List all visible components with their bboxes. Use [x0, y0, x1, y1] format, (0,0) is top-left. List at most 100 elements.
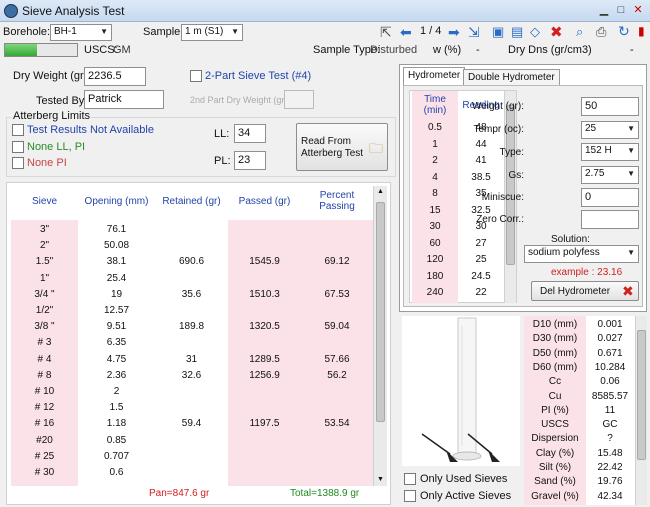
sieve-cell: 2.36	[106, 369, 127, 381]
sieve-table-row[interactable]: #20 0.85	[11, 432, 373, 448]
none-pi-checkbox[interactable]	[12, 157, 24, 169]
type-select[interactable]: 152 H	[581, 143, 639, 161]
sieve-table-row[interactable]: 3" 76.1	[11, 221, 373, 237]
sieve-cell: 690.6	[178, 256, 205, 268]
sieve-cell: # 25	[34, 450, 55, 462]
gs-select[interactable]: 2.75	[581, 166, 639, 184]
sieve-cell: 38.1	[106, 256, 127, 268]
hydrometer-table-row[interactable]: 240 22	[410, 284, 504, 300]
none-ll-pi-label: None LL, PI	[27, 141, 86, 153]
print-icon[interactable]: ⎙	[596, 24, 606, 40]
solution-select[interactable]: sodium polyfess	[524, 245, 639, 263]
sieve-scrollbar[interactable]: ▲ ▼	[373, 186, 387, 486]
last-record-icon[interactable]: ⇲	[468, 24, 480, 41]
grand-total: Total=1388.9 gr	[290, 488, 360, 499]
sieve-cell: 12.57	[103, 305, 130, 316]
sieve-cell: #20	[36, 434, 53, 446]
tab-double-hydrometer[interactable]: Double Hydrometer	[463, 69, 560, 85]
sieve-table-row[interactable]: 1.5" 38.1 690.6 1545.9 69.12	[11, 253, 373, 269]
search-icon[interactable]: ⌕	[576, 24, 583, 40]
results-row: PI (%) 11	[524, 404, 634, 418]
only-used-sieves-checkbox[interactable]	[404, 473, 416, 485]
sieve-table-row[interactable]: # 8 2.36 32.6 1256.9 56.2	[11, 367, 373, 383]
code-icon[interactable]: ◇	[530, 24, 540, 40]
sieve-table-row[interactable]: 3/8 " 9.51 189.8 1320.5 59.04	[11, 318, 373, 334]
none-ll-pi-checkbox[interactable]	[12, 141, 24, 153]
sieve-table-row[interactable]: 1/2" 12.57	[11, 302, 373, 318]
two-part-label: 2-Part Sieve Test (#4)	[205, 70, 312, 82]
sieve-cell: 0.707	[103, 450, 130, 462]
sieve-table-row[interactable]: 1" 25.4	[11, 270, 373, 286]
sieve-cell: 1.18	[106, 418, 127, 430]
tempr-select[interactable]: 25	[581, 121, 639, 139]
not-available-label: Test Results Not Available	[27, 124, 154, 136]
hydrometer-table-row[interactable]: 60 27	[410, 235, 504, 251]
sieve-table-row[interactable]: # 16 1.18 59.4 1197.5 53.54	[11, 415, 373, 431]
sieve-cell: 3/4 "	[34, 288, 55, 300]
zero-corr-input[interactable]	[581, 210, 639, 229]
sieve-cell: 1545.9	[249, 256, 280, 268]
sieve-table-row[interactable]: # 12 1.5	[11, 399, 373, 415]
del-hydrometer-label: Del Hydrometer	[540, 286, 611, 297]
sieve-table-row[interactable]: # 10 2	[11, 383, 373, 399]
results-row: USCS GC	[524, 418, 634, 432]
dry-weight-input[interactable]: 2236.5	[84, 67, 146, 86]
miniscue-input[interactable]: 0	[581, 188, 639, 207]
sieve-table-row[interactable]: 3/4 " 19 35.6 1510.3 67.53	[11, 286, 373, 302]
result-label: Cc	[548, 376, 562, 388]
sieve-cell: 67.53	[324, 288, 350, 300]
report-icon[interactable]: ▮	[638, 24, 645, 38]
hydrometer-table-row[interactable]: 180 24.5	[410, 268, 504, 284]
tab-hydrometer[interactable]: Hydrometer	[403, 67, 466, 85]
next-arrow-icon[interactable]: ➡	[448, 24, 460, 41]
refresh-icon[interactable]: ↻	[618, 23, 630, 40]
result-label: Clay (%)	[535, 447, 575, 459]
second-dry-weight-input[interactable]	[284, 90, 314, 109]
sieve-scroll-thumb[interactable]	[376, 202, 385, 422]
result-value: 22.42	[597, 462, 623, 473]
document-icon[interactable]: ▤	[511, 24, 523, 40]
sieve-table-row[interactable]: # 4 4.75 31 1289.5 57.66	[11, 351, 373, 367]
results-scrollbar[interactable]	[635, 316, 647, 505]
results-row: Cu 8585.57	[524, 390, 634, 404]
first-record-icon[interactable]: ⇱	[380, 24, 392, 41]
sieve-cell: # 16	[34, 418, 55, 430]
delete-icon[interactable]: ✖	[550, 23, 563, 41]
previous-arrow-icon[interactable]: ⬅	[400, 24, 412, 41]
results-scroll-thumb[interactable]	[637, 330, 646, 460]
close-button[interactable]: ✕	[630, 3, 646, 18]
hydrometer-reading-cell: 27	[475, 237, 487, 249]
pl-input[interactable]: 23	[234, 151, 266, 170]
second-dry-weight-label: 2nd Part Dry Weight (gr):	[190, 95, 290, 105]
sample-select[interactable]: 1 m (S1)	[181, 24, 243, 41]
tested-by-input[interactable]: Patrick	[84, 90, 164, 109]
only-active-sieves-checkbox[interactable]	[404, 490, 416, 502]
read-atterberg-button[interactable]: Read From Atterberg Test 🗀	[296, 123, 388, 171]
result-label: Gravel (%)	[531, 490, 579, 502]
sieve-cell: 25.4	[106, 272, 127, 284]
minimize-button[interactable]: ▁	[596, 3, 612, 18]
sieve-table-row[interactable]: # 30 0.6	[11, 464, 373, 480]
not-available-checkbox[interactable]	[12, 124, 24, 136]
sieve-cell: # 4	[37, 353, 52, 365]
hydrometer-reading-cell: 24.5	[471, 270, 491, 282]
result-label: USCS	[541, 419, 569, 431]
del-hydrometer-button[interactable]: Del Hydrometer ✖	[531, 281, 639, 301]
sieve-cell: 1289.5	[249, 353, 280, 365]
maximize-button[interactable]: □	[613, 3, 629, 18]
sieve-cell: # 3	[37, 337, 52, 349]
hydrometer-time-cell: 180	[426, 270, 444, 282]
results-row: D30 (mm) 0.027	[524, 332, 634, 346]
sieve-table-row[interactable]: # 3 6.35	[11, 334, 373, 350]
sieve-cell: 1.5	[109, 402, 124, 414]
weight-input[interactable]: 50	[581, 97, 639, 116]
save-icon[interactable]: ▣	[492, 24, 504, 40]
app-icon	[4, 4, 18, 18]
sieve-table-row[interactable]: 2" 50.08	[11, 237, 373, 253]
ll-input[interactable]: 34	[234, 124, 266, 143]
sieve-table-row[interactable]: # 25 0.707	[11, 448, 373, 464]
borehole-select[interactable]: BH-1	[50, 24, 112, 41]
sieve-cell: 189.8	[178, 321, 205, 333]
hydrometer-table-row[interactable]: 120 25	[410, 251, 504, 267]
two-part-checkbox[interactable]	[190, 70, 202, 82]
